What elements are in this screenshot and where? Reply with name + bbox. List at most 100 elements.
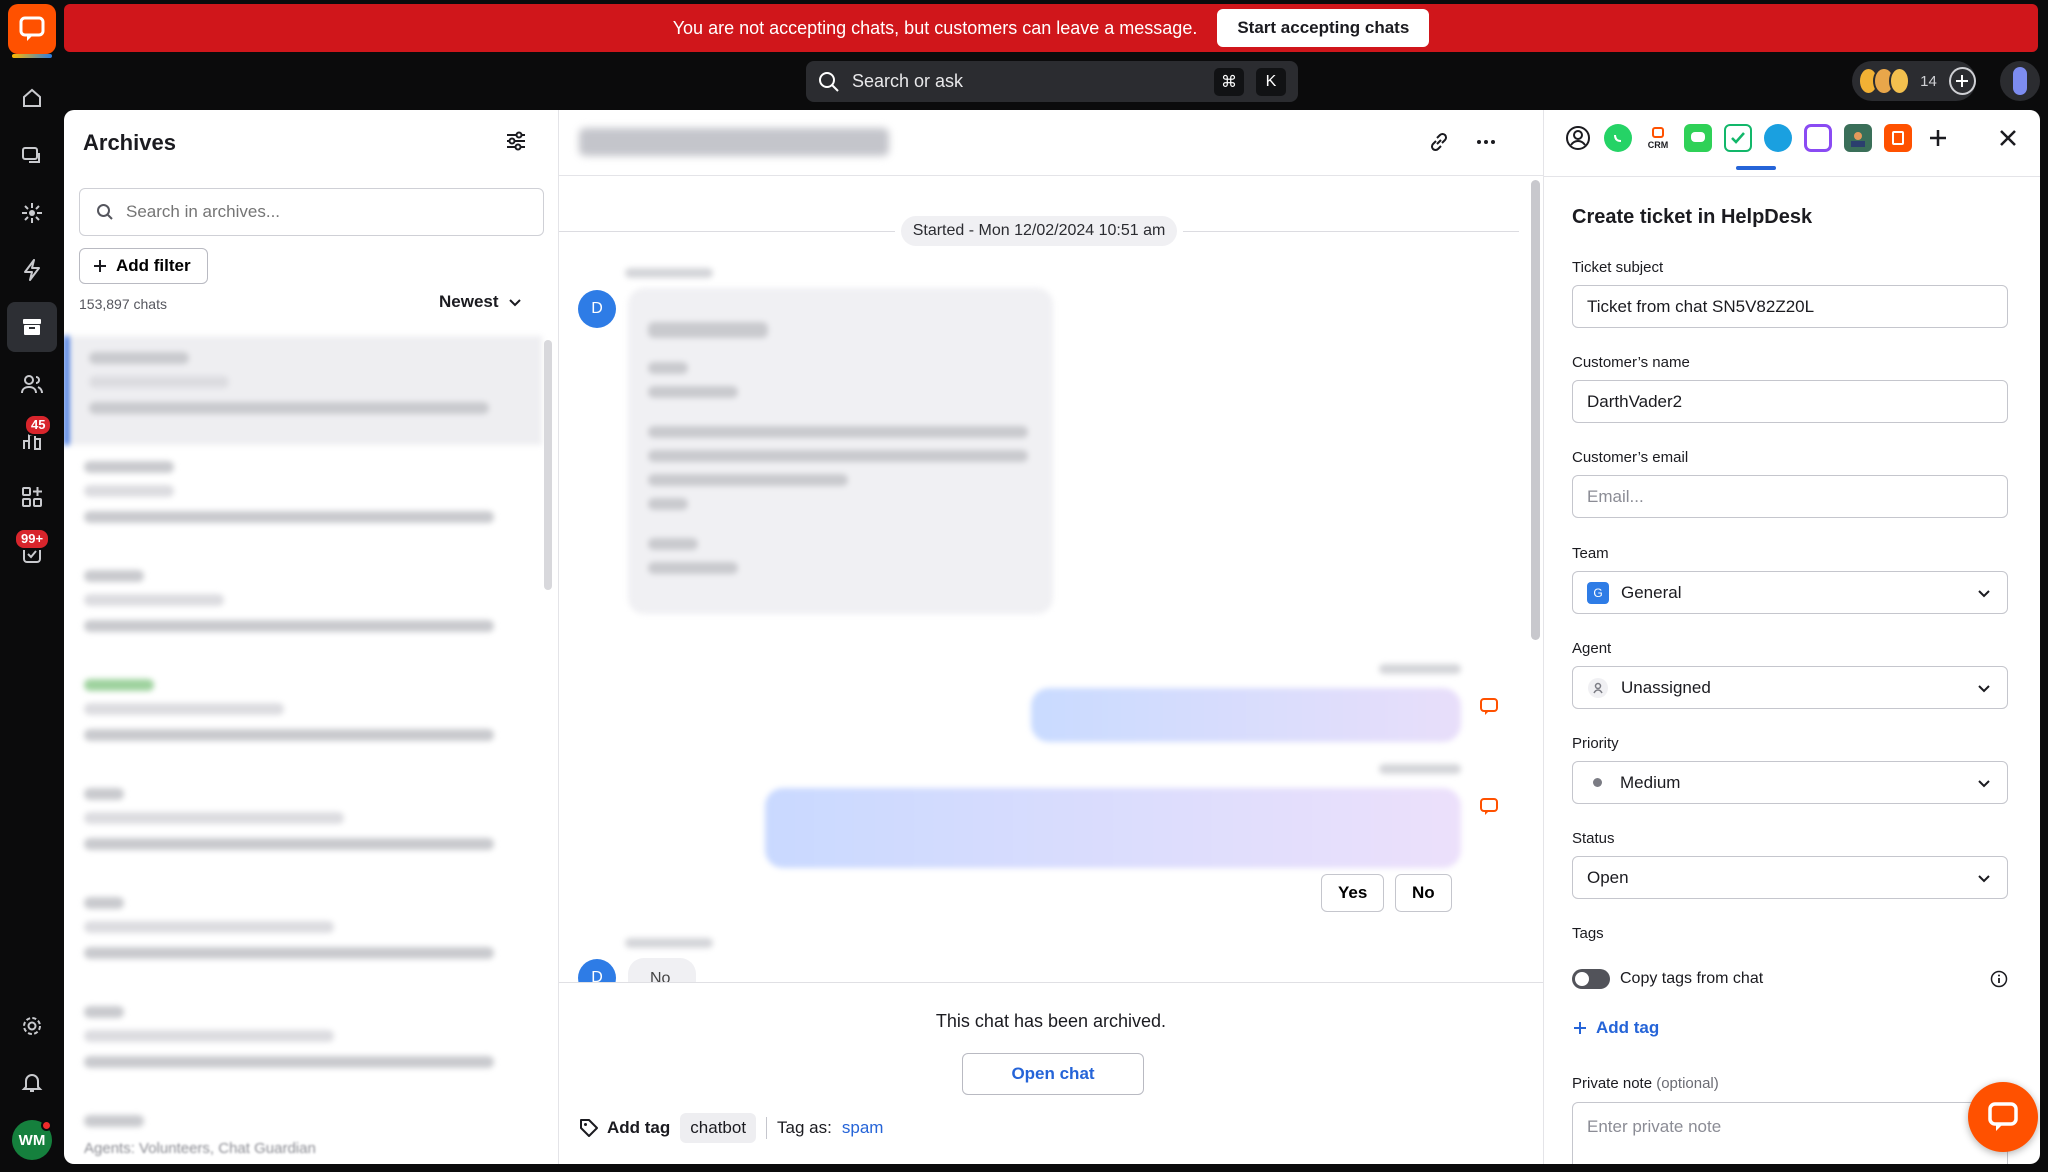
team-badge: G <box>1587 581 1609 604</box>
more-options-icon[interactable] <box>1474 130 1498 159</box>
home-icon[interactable] <box>12 78 52 118</box>
apps-icon[interactable] <box>12 477 52 517</box>
chats-icon[interactable] <box>12 136 52 176</box>
quick-reply-no[interactable]: No <box>1395 874 1452 912</box>
priority-select[interactable]: Medium <box>1572 761 2008 804</box>
banner-message: You are not accepting chats, but custome… <box>672 17 1198 38</box>
not-accepting-banner: You are not accepting chats, but custome… <box>64 4 2038 52</box>
chevron-down-icon <box>1978 779 1990 787</box>
profile-avatar[interactable] <box>2000 61 2040 101</box>
orange-app-icon[interactable] <box>1884 124 1912 152</box>
chat-scrollbar[interactable] <box>1531 180 1540 640</box>
list-scrollbar[interactable] <box>544 340 552 590</box>
status-select[interactable]: Open <box>1572 856 2008 899</box>
priority-label: Priority <box>1572 735 1619 752</box>
sort-dropdown[interactable]: Newest <box>439 292 523 312</box>
livechat-bot-icon <box>1479 798 1499 816</box>
user-avatar[interactable]: WM <box>12 1120 52 1160</box>
chat-count: 153,897 chats <box>79 296 167 312</box>
chevron-down-icon <box>508 299 521 307</box>
start-accepting-button[interactable]: Start accepting chats <box>1217 9 1430 47</box>
team-value: General <box>1621 582 1682 602</box>
reports-badge: 45 <box>24 414 53 436</box>
create-ticket-title: Create ticket in HelpDesk <box>1572 206 1813 228</box>
list-item[interactable] <box>64 554 542 663</box>
list-item[interactable] <box>64 881 542 990</box>
whatsapp-icon[interactable] <box>1604 124 1632 152</box>
team-select[interactable]: G General <box>1572 571 2008 614</box>
add-tag-button[interactable]: Add tag <box>579 1118 670 1138</box>
private-note-text: Private note <box>1572 1075 1653 1092</box>
crm-icon[interactable]: CRM <box>1644 124 1672 152</box>
chevron-down-icon <box>1978 874 1990 882</box>
list-item[interactable] <box>64 336 542 445</box>
add-ticket-tag-button[interactable]: Add tag <box>1572 1018 1659 1038</box>
customer-name-field[interactable]: DarthVader2 <box>1572 380 2008 423</box>
copy-tags-toggle[interactable] <box>1572 969 1610 989</box>
bot-question-bubble-blurred <box>765 788 1461 868</box>
chat-started-divider: Started - Mon 12/02/2024 10:51 am <box>559 216 1519 246</box>
chat-bubble-icon <box>1988 1102 2018 1131</box>
archives-list-panel: Archives Add filter 153,897 chats Newest <box>64 110 559 1164</box>
ticket-subject-value: Ticket from chat SN5V82Z20L <box>1587 296 1815 316</box>
list-item[interactable] <box>64 772 542 881</box>
agent-select[interactable]: Unassigned <box>1572 666 2008 709</box>
status-dot <box>41 1120 52 1131</box>
sender-label-blurred <box>1379 664 1461 674</box>
customer-details-icon[interactable] <box>1564 124 1592 152</box>
team-presence[interactable]: 14 <box>1852 61 1976 101</box>
customer-email-field[interactable]: Email... <box>1572 475 2008 518</box>
customer-name-label: Customer’s name <box>1572 354 1690 371</box>
add-team-member-icon[interactable] <box>1948 67 1976 95</box>
status-label: Status <box>1572 830 1615 847</box>
purple-app-icon[interactable] <box>1804 124 1832 152</box>
archives-search[interactable] <box>79 188 544 236</box>
private-note-optional: (optional) <box>1656 1075 1719 1092</box>
link-icon[interactable] <box>1427 130 1451 159</box>
open-chat-button[interactable]: Open chat <box>962 1053 1144 1095</box>
helpdesk-app-icon[interactable] <box>1724 124 1752 152</box>
livechat-logo-icon[interactable] <box>8 4 56 58</box>
automate-icon[interactable] <box>12 250 52 290</box>
sender-label-blurred <box>625 268 713 278</box>
customer-initial: D <box>591 300 603 317</box>
close-icon[interactable] <box>1996 126 2020 155</box>
info-icon[interactable] <box>1990 970 2008 988</box>
customers-icon[interactable] <box>12 364 52 404</box>
chat-widget-launcher[interactable] <box>1968 1082 2038 1152</box>
list-item[interactable] <box>64 663 542 772</box>
private-note-textarea[interactable]: Enter private note <box>1572 1102 2008 1164</box>
active-app-indicator <box>1736 166 1776 170</box>
add-app-icon[interactable] <box>1924 124 1952 152</box>
engage-icon[interactable] <box>12 193 52 233</box>
search-icon <box>97 204 113 220</box>
list-item[interactable] <box>64 990 542 1099</box>
priority-value: Medium <box>1620 772 1681 792</box>
team-count: 14 <box>1920 72 1937 90</box>
photo-app-icon[interactable] <box>1844 124 1872 152</box>
tag-as-spam-link[interactable]: spam <box>842 1118 884 1138</box>
archives-icon[interactable] <box>7 302 57 352</box>
messages-app-icon[interactable] <box>1684 124 1712 152</box>
chevron-down-icon <box>1978 589 1990 597</box>
add-filter-button[interactable]: Add filter <box>79 248 208 284</box>
private-note-label: Private note (optional) <box>1572 1075 1719 1092</box>
chat-customer-name-blurred <box>579 128 889 156</box>
quick-reply-yes[interactable]: Yes <box>1321 874 1385 912</box>
settings-icon[interactable] <box>12 1006 52 1046</box>
global-search-placeholder: Search or ask <box>852 71 964 91</box>
list-item[interactable] <box>64 445 542 554</box>
search-icon <box>819 71 839 92</box>
helpdesk-panel: CRM Create ticket in HelpDesk Ticket sub… <box>1543 110 2040 1164</box>
ticket-subject-field[interactable]: Ticket from chat SN5V82Z20L <box>1572 285 2008 328</box>
archives-search-input[interactable] <box>126 202 506 222</box>
livechat-bot-icon <box>1479 698 1499 716</box>
tag-chip[interactable]: chatbot <box>680 1113 757 1143</box>
tags-label: Tags <box>1572 925 1604 942</box>
agent-message-bubble-blurred <box>1031 688 1461 742</box>
global-search[interactable]: Search or ask ⌘ K <box>806 61 1298 102</box>
notifications-icon[interactable] <box>12 1062 52 1102</box>
salesforce-icon[interactable] <box>1764 124 1792 152</box>
sender-label-blurred <box>1379 764 1461 774</box>
filter-settings-icon[interactable] <box>504 129 528 158</box>
